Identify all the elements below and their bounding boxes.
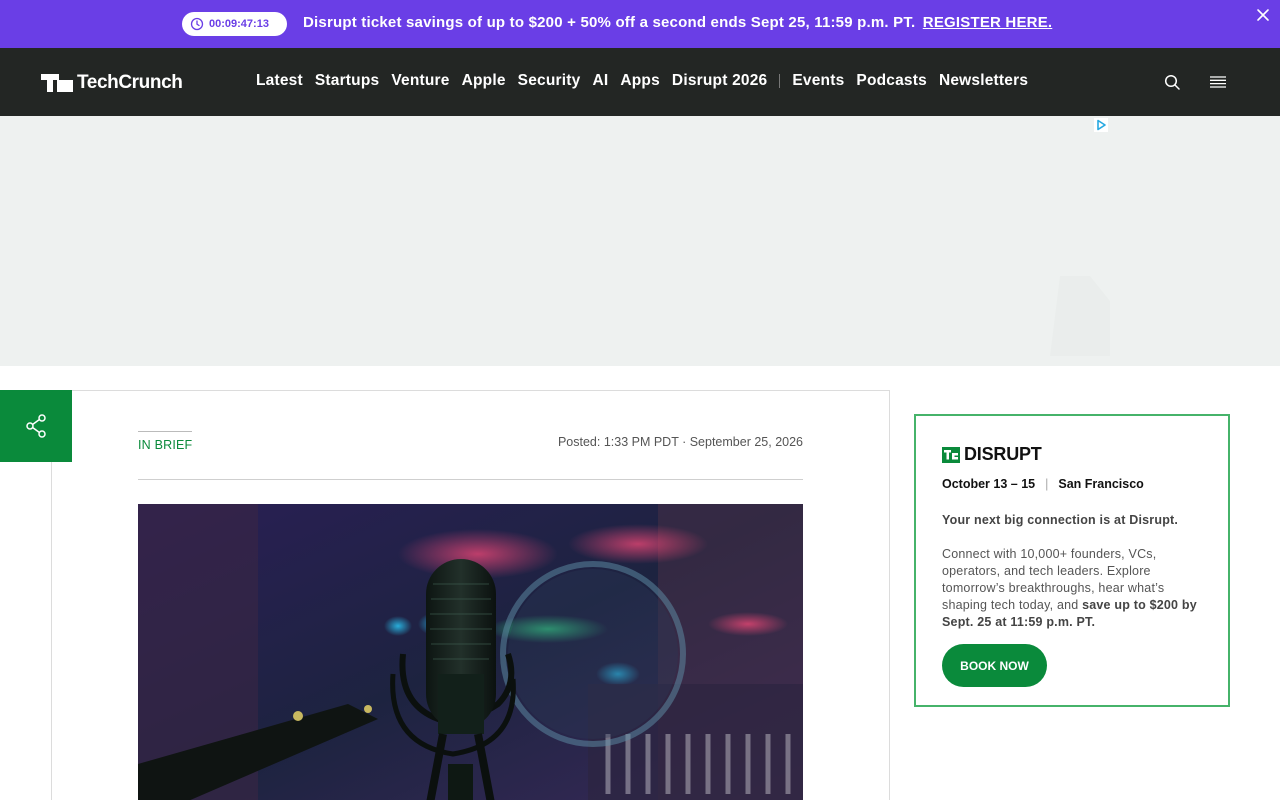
adchoices-icon[interactable] [1094,118,1108,132]
share-button[interactable] [0,390,72,462]
ad-placeholder-graphic [1050,276,1110,356]
disrupt-logo: DISRUPT [942,444,1042,465]
logo-wordmark: TechCrunch [77,72,183,93]
date-separator: | [1045,477,1049,491]
nav-item-apple[interactable]: Apple [462,72,506,90]
nav-links: Latest Startups Venture Apple Security A… [256,72,1040,90]
event-date-range: October 13 – 15 [942,477,1036,491]
event-dates: October 13 – 15 | San Francisco [942,477,1144,491]
nav-item-events[interactable]: Events [792,72,844,90]
nav-item-podcasts[interactable]: Podcasts [856,72,927,90]
disrupt-promo-card: DISRUPT October 13 – 15 | San Francisco Yo… [914,414,1230,707]
article-posted-date: Posted: 1:33 PM PDT · September 25, 2026 [557,435,803,449]
studio-microphone-image [138,504,803,800]
article-hero-image [138,504,803,800]
article-divider [138,479,803,480]
book-now-button[interactable]: BOOK NOW [942,644,1047,687]
menu-icon[interactable] [1210,75,1226,89]
search-icon[interactable] [1164,74,1180,90]
promo-banner: 00:09:47:13 Disrupt ticket savings of up… [0,0,1280,48]
share-icon [26,414,46,438]
promo-text: Disrupt ticket savings of up to $200 + 5… [303,14,1052,31]
clock-icon [190,17,204,31]
nav-item-startups[interactable]: Startups [315,72,379,90]
close-icon[interactable] [1254,6,1272,24]
nav-item-newsletters[interactable]: Newsletters [939,72,1028,90]
nav-item-disrupt-2026[interactable]: Disrupt 2026 [672,72,767,90]
event-description: Connect with 10,000+ founders, VCs, oper… [942,546,1210,631]
countdown-timer: 00:09:47:13 [182,12,287,36]
nav-divider [779,74,781,88]
nav-item-latest[interactable]: Latest [256,72,303,90]
nav-item-apps[interactable]: Apps [620,72,660,90]
event-location: San Francisco [1058,477,1144,491]
promo-message: Disrupt ticket savings of up to $200 + 5… [303,14,916,31]
article-category[interactable]: IN BRIEF [138,431,193,452]
tc-logo-icon [942,446,960,463]
main-navigation: TechCrunch Latest Startups Venture Apple… [0,48,1280,116]
tc-logo-icon [41,74,73,92]
nav-item-security[interactable]: Security [518,72,581,90]
techcrunch-logo[interactable]: TechCrunch [41,72,183,94]
advertisement-slot [0,116,1280,366]
nav-item-ai[interactable]: AI [592,72,608,90]
event-tagline: Your next big connection is at Disrupt. [942,513,1179,527]
register-link[interactable]: REGISTER HERE. [923,14,1053,31]
disrupt-wordmark: DISRUPT [964,444,1042,464]
countdown-value: 00:09:47:13 [209,18,269,30]
nav-item-venture[interactable]: Venture [391,72,449,90]
